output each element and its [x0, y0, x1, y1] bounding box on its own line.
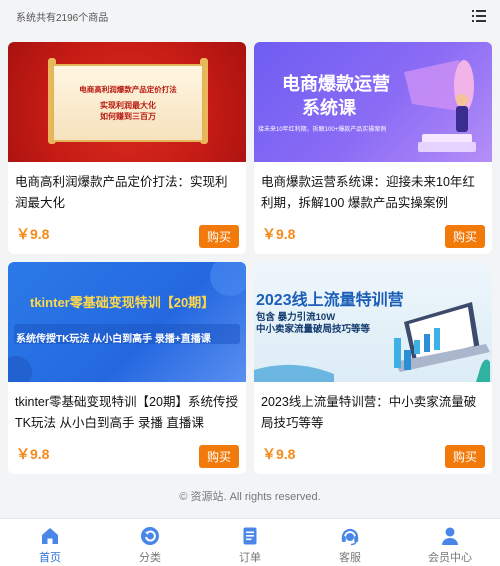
tab-category[interactable]: 分类	[100, 519, 200, 566]
tab-label: 会员中心	[428, 552, 472, 564]
product-price: ￥9.8	[262, 226, 296, 242]
customer-service-icon	[341, 528, 359, 546]
buy-button[interactable]: 购买	[199, 225, 239, 248]
product-card[interactable]: tkinter零基础变现特训【20期】 系统传授TK玩法 从小白到高手 录播+直…	[8, 262, 246, 474]
product-grid: 电商高利润爆款产品定价打法 实现利润最大化 如何赚到三百万 电商高利润爆款产品定…	[8, 42, 492, 474]
product-price: ￥9.8	[16, 226, 50, 242]
tab-label: 首页	[39, 552, 61, 564]
bottom-tab-bar: 首页 分类 订单 客服 会员中心	[0, 518, 500, 566]
tab-label: 订单	[239, 552, 261, 564]
product-thumbnail[interactable]: 电商爆款运营 系统课 接未来10年红利期，拆解100+爆款产品实操案例	[254, 42, 492, 162]
tab-member-center[interactable]: 会员中心	[400, 519, 500, 566]
product-thumbnail[interactable]: tkinter零基础变现特训【20期】 系统传授TK玩法 从小白到高手 录播+直…	[8, 262, 246, 382]
tab-customer-service[interactable]: 客服	[300, 519, 400, 566]
tab-label: 客服	[339, 552, 361, 564]
buy-button[interactable]: 购买	[445, 445, 485, 468]
order-icon	[243, 527, 257, 545]
product-thumbnail[interactable]: 2023线上流量特训营 包含 暴力引流10W 中小卖家流量破局技巧等等	[254, 262, 492, 382]
product-price: ￥9.8	[16, 446, 50, 462]
tab-label: 分类	[139, 552, 161, 564]
product-title[interactable]: 电商高利润爆款产品定价打法：实现利润最大化	[8, 162, 246, 224]
product-price: ￥9.8	[262, 446, 296, 462]
category-icon	[141, 527, 159, 545]
product-count: 系统共有2196个商品	[16, 12, 109, 24]
copyright-text: © 资源站. All rights reserved.	[179, 491, 321, 503]
tab-home[interactable]: 首页	[0, 519, 100, 566]
banner-decoration	[8, 262, 246, 382]
product-card[interactable]: 电商高利润爆款产品定价打法 实现利润最大化 如何赚到三百万 电商高利润爆款产品定…	[8, 42, 246, 254]
product-title[interactable]: 2023线上流量特训营：中小卖家流量破局技巧等等	[254, 382, 492, 444]
product-title[interactable]: tkinter零基础变现特训【20期】系统传授TK玩法 从小白到高手 录播 直播…	[8, 382, 246, 444]
tab-orders[interactable]: 订单	[200, 519, 300, 566]
buy-button[interactable]: 购买	[199, 445, 239, 468]
member-icon	[442, 527, 458, 545]
product-card[interactable]: 2023线上流量特训营 包含 暴力引流10W 中小卖家流量破局技巧等等 2023线…	[254, 262, 492, 474]
megaphone-illustration	[404, 60, 476, 152]
product-card[interactable]: 电商爆款运营 系统课 接未来10年红利期，拆解100+爆款产品实操案例 电商爆款…	[254, 42, 492, 254]
list-view-icon[interactable]	[472, 10, 486, 22]
home-icon	[42, 528, 58, 544]
top-bar: 系统共有2196个商品	[0, 0, 500, 32]
product-title[interactable]: 电商爆款运营系统课：迎接未来10年红利期，拆解100 爆款产品实操案例	[254, 162, 492, 224]
buy-button[interactable]: 购买	[445, 225, 485, 248]
product-thumbnail[interactable]: 电商高利润爆款产品定价打法 实现利润最大化 如何赚到三百万	[8, 42, 246, 162]
